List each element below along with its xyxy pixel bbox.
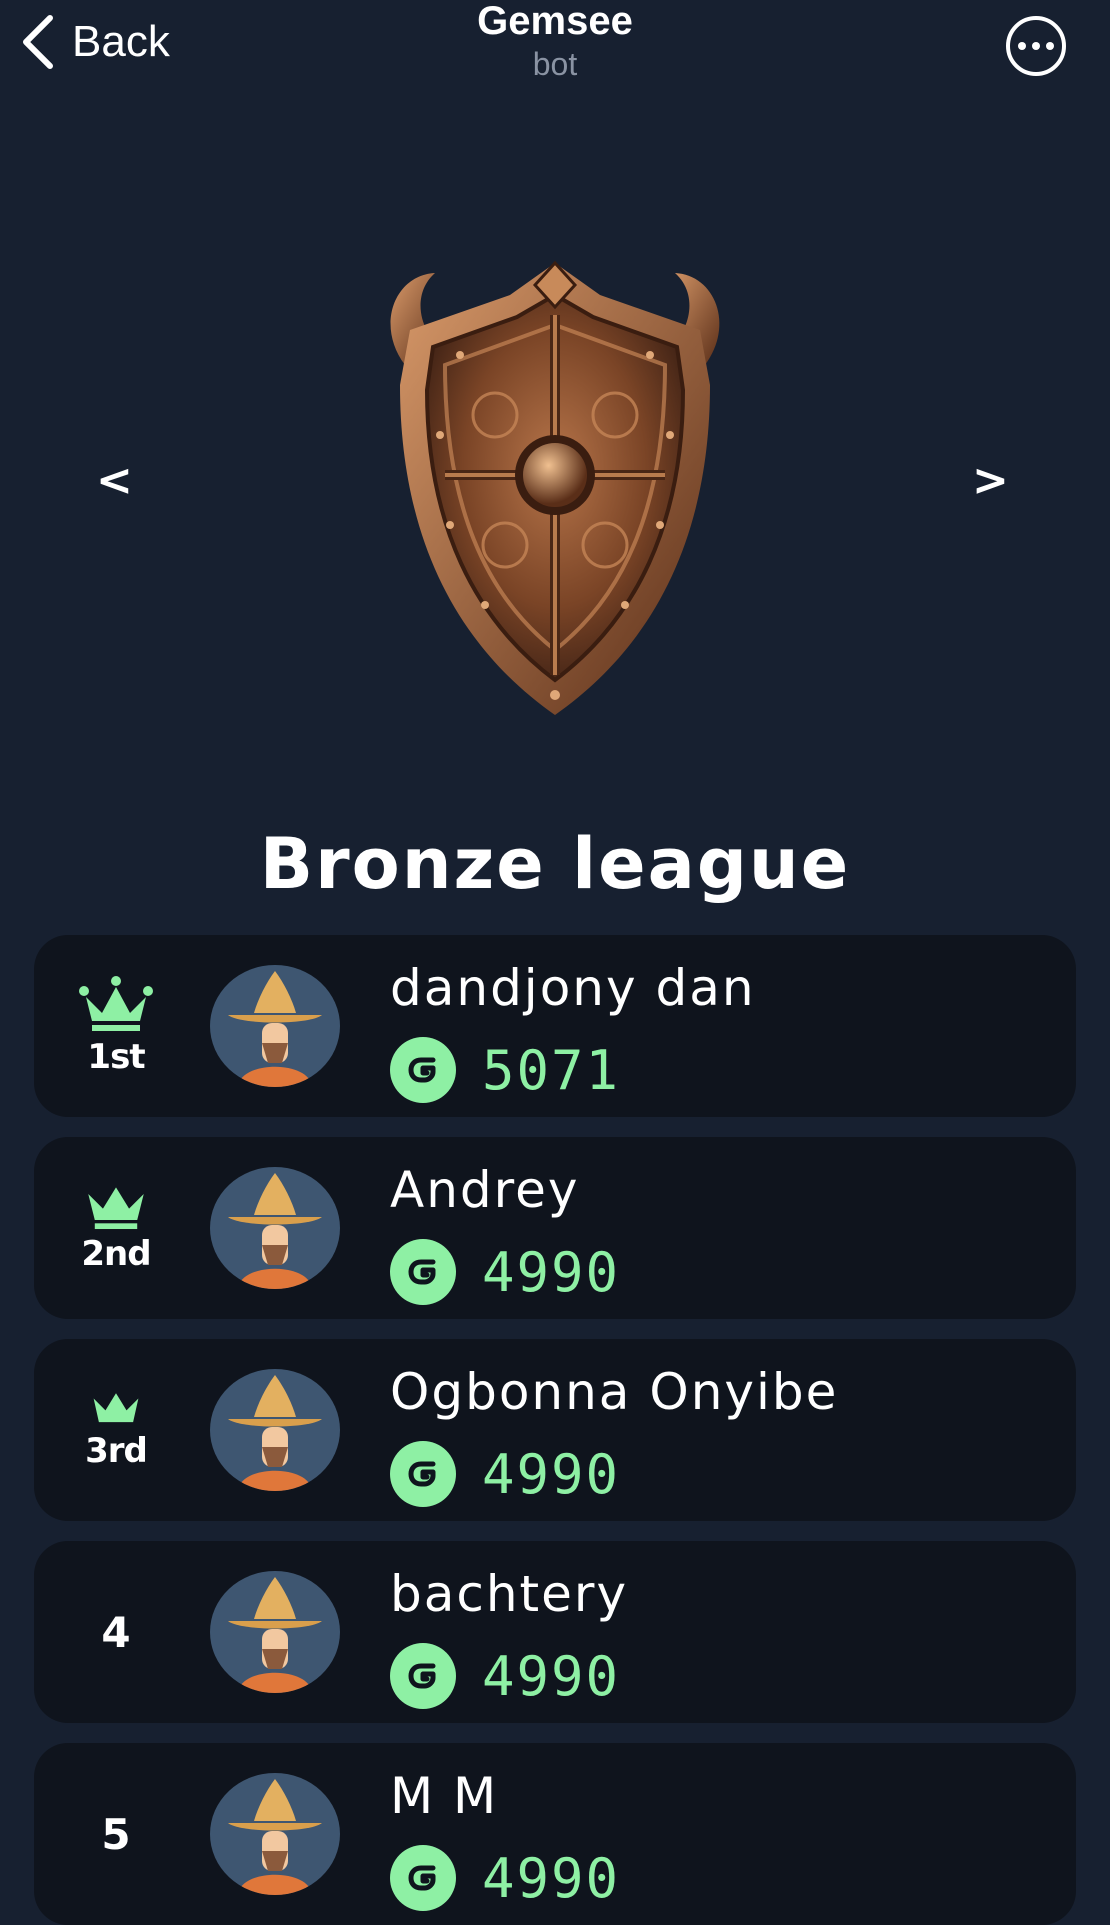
more-dot-icon <box>1032 42 1040 50</box>
leaderboard-row[interactable]: 1st dandjony dan 5071 <box>34 935 1076 1117</box>
rank-badge: 3rd <box>34 1339 198 1521</box>
more-dot-icon <box>1046 42 1054 50</box>
gem-coin-icon <box>390 1441 456 1507</box>
score-value: 4990 <box>482 1240 621 1304</box>
crown-icon <box>91 1389 141 1429</box>
top-bar: Back Gemsee bot <box>0 0 1110 110</box>
bronze-shield-icon <box>390 260 720 715</box>
score-value: 4990 <box>482 1442 621 1506</box>
score-value: 4990 <box>482 1644 621 1708</box>
rank-label: 5 <box>101 1809 131 1859</box>
gem-coin-icon <box>390 1239 456 1305</box>
leaderboard-row[interactable]: 4 bachtery 4990 <box>34 1541 1076 1723</box>
score: 4990 <box>390 1845 620 1911</box>
avatar <box>210 1167 340 1289</box>
rank-label: 2nd <box>81 1234 151 1274</box>
score: 4990 <box>390 1239 620 1305</box>
rank-badge: 4 <box>34 1541 198 1723</box>
rank-badge: 2nd <box>34 1137 198 1319</box>
more-dot-icon <box>1018 42 1026 50</box>
app-title: Gemsee <box>477 0 633 43</box>
next-league-button[interactable]: > <box>972 455 1009 506</box>
leaderboard-row[interactable]: 3rd Ogbonna Onyibe 4990 <box>34 1339 1076 1521</box>
player-name: M M <box>390 1767 499 1825</box>
gem-coin-icon <box>390 1845 456 1911</box>
gem-coin-icon <box>390 1037 456 1103</box>
gem-coin-icon <box>390 1643 456 1709</box>
rank-badge: 5 <box>34 1743 198 1925</box>
app-subtitle: bot <box>532 46 578 82</box>
leaderboard-row[interactable]: 5 M M 4990 <box>34 1743 1076 1925</box>
crown-icon <box>85 1182 147 1232</box>
more-options-button[interactable] <box>1006 16 1066 76</box>
avatar <box>210 1773 340 1895</box>
rank-label: 4 <box>101 1607 131 1657</box>
score: 5071 <box>390 1037 620 1103</box>
rank-label: 1st <box>87 1037 145 1077</box>
score-value: 4990 <box>482 1846 621 1910</box>
player-name: dandjony dan <box>390 959 756 1017</box>
rank-badge: 1st <box>34 935 198 1117</box>
avatar <box>210 1571 340 1693</box>
player-name: Andrey <box>390 1161 580 1219</box>
player-name: bachtery <box>390 1565 629 1623</box>
avatar <box>210 965 340 1087</box>
avatar <box>210 1369 340 1491</box>
score: 4990 <box>390 1441 620 1507</box>
previous-league-button[interactable]: < <box>96 455 133 506</box>
league-title: Bronze league <box>259 823 851 905</box>
header-title-block: Gemsee bot <box>0 0 1110 84</box>
rank-label: 3rd <box>85 1431 148 1471</box>
score: 4990 <box>390 1643 620 1709</box>
score-value: 5071 <box>482 1038 621 1102</box>
crown-icon <box>78 975 154 1035</box>
leaderboard-row[interactable]: 2nd Andrey 4990 <box>34 1137 1076 1319</box>
player-name: Ogbonna Onyibe <box>390 1363 839 1421</box>
